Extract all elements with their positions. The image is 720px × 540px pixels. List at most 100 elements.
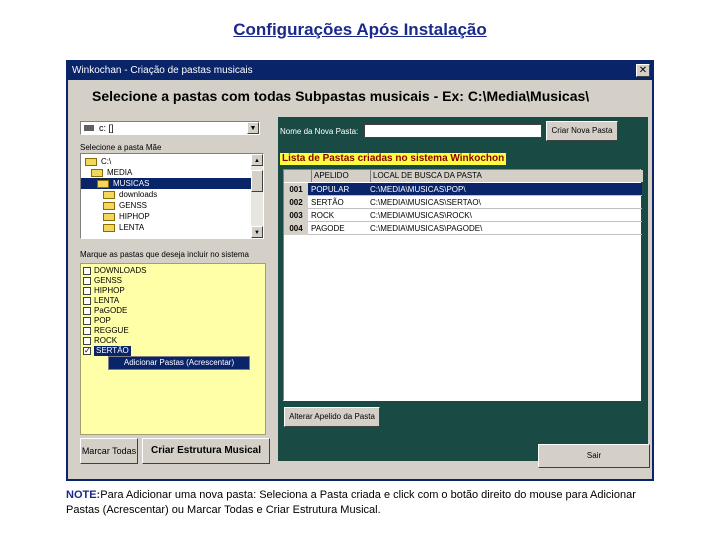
folder-icon bbox=[97, 180, 109, 188]
new-folder-input[interactable] bbox=[364, 124, 542, 138]
instruction-header: Selecione a pastas com todas Subpastas m… bbox=[92, 88, 590, 104]
note-text: Para Adicionar uma nova pasta: Seleciona… bbox=[66, 489, 636, 516]
checkbox[interactable] bbox=[83, 277, 91, 285]
folder-icon bbox=[91, 169, 103, 177]
row-id: 002 bbox=[284, 196, 308, 209]
checklist-item[interactable]: POP bbox=[83, 316, 263, 326]
window-title: Winkochan - Criação de pastas musicais bbox=[72, 65, 253, 76]
tree-item-label: LENTA bbox=[119, 223, 145, 232]
drive-value: c: [] bbox=[99, 123, 114, 133]
folder-checklist[interactable]: DOWNLOADS GENSS HIPHOP LENTA PaGODE POP REGGUE… bbox=[80, 263, 266, 435]
tree-item[interactable]: downloads bbox=[81, 189, 251, 200]
folder-icon bbox=[103, 224, 115, 232]
checklist-item[interactable]: PaGODE bbox=[83, 306, 263, 316]
chevron-down-icon[interactable]: ▼ bbox=[247, 122, 259, 134]
scroll-thumb[interactable] bbox=[251, 170, 263, 192]
checklist-item[interactable]: REGGUE bbox=[83, 326, 263, 336]
checklist-item-label: PaGODE bbox=[94, 306, 128, 315]
tree-item-label: MEDIA bbox=[107, 168, 133, 177]
app-window: Winkochan - Criação de pastas musicais ✕… bbox=[66, 60, 654, 481]
checklist-item[interactable]: GENSS bbox=[83, 276, 263, 286]
folder-icon bbox=[85, 158, 97, 166]
tree-item-label: HIPHOP bbox=[119, 212, 150, 221]
row-local: C:\MEDIA\MUSICAS\ROCK\ bbox=[370, 211, 472, 220]
checklist-item-label: DOWNLOADS bbox=[94, 266, 147, 275]
exit-button[interactable]: Sair bbox=[538, 444, 650, 468]
tree-item[interactable]: MUSICAS bbox=[81, 178, 251, 189]
folder-tree[interactable]: C:\ MEDIA MUSICAS downloads GENSS HIPHOP LENTA… bbox=[80, 153, 264, 239]
row-local: C:\MEDIA\MUSICAS\SERTAO\ bbox=[370, 198, 481, 207]
window-titlebar[interactable]: Winkochan - Criação de pastas musicais ✕ bbox=[68, 62, 652, 80]
tree-item[interactable]: GENSS bbox=[81, 200, 251, 211]
checklist-item-label: POP bbox=[94, 316, 111, 325]
checklist-item[interactable]: HIPHOP bbox=[83, 286, 263, 296]
checkbox[interactable] bbox=[83, 337, 91, 345]
grid-header-apelido[interactable]: APELIDO bbox=[311, 170, 370, 182]
tree-item-label: C:\ bbox=[101, 157, 112, 166]
footnote: NOTE:Para Adicionar uma nova pasta: Sele… bbox=[66, 488, 666, 518]
row-apelido: ROCK bbox=[311, 211, 335, 220]
tree-item[interactable]: LENTA bbox=[81, 222, 251, 233]
tree-item-label: MUSICAS bbox=[113, 179, 150, 188]
scroll-up-icon[interactable]: ▲ bbox=[251, 154, 263, 166]
new-folder-panel: Nome da Nova Pasta: Criar Nova Pasta bbox=[278, 117, 648, 151]
folder-icon bbox=[103, 213, 115, 221]
grid-header-local[interactable]: LOCAL DE BUSCA DA PASTA bbox=[370, 170, 643, 182]
tree-item-label: GENSS bbox=[119, 201, 148, 210]
row-id: 004 bbox=[284, 222, 308, 235]
tree-scrollbar[interactable]: ▲ ▼ bbox=[251, 154, 263, 238]
table-row[interactable]: 004 PAGODE C:\MEDIA\MUSICAS\PAGODE\ bbox=[284, 222, 642, 235]
folder-list-title: Lista de Pastas criadas no sistema Winko… bbox=[280, 153, 507, 165]
new-folder-label: Nome da Nova Pasta: bbox=[280, 127, 359, 136]
row-id: 001 bbox=[284, 183, 308, 196]
checklist-label: Marque as pastas que deseja incluir no s… bbox=[80, 250, 249, 259]
close-button[interactable]: ✕ bbox=[636, 64, 650, 77]
checkbox-checked[interactable]: ✓ bbox=[83, 347, 91, 355]
tree-item[interactable]: C:\ bbox=[81, 156, 251, 167]
row-apelido: POPULAR bbox=[311, 185, 350, 194]
slide-title: Configurações Após Instalação bbox=[233, 20, 487, 39]
tree-item[interactable]: HIPHOP bbox=[81, 211, 251, 222]
folder-icon bbox=[103, 191, 115, 199]
table-row[interactable]: 001 POPULAR C:\MEDIA\MUSICAS\POP\ bbox=[284, 183, 642, 196]
tree-item-label: downloads bbox=[119, 190, 158, 199]
checklist-item-label: SERTÃO bbox=[94, 346, 131, 356]
tree-item[interactable]: MEDIA bbox=[81, 167, 251, 178]
checkbox[interactable] bbox=[83, 317, 91, 325]
table-row[interactable]: 003 ROCK C:\MEDIA\MUSICAS\ROCK\ bbox=[284, 209, 642, 222]
checkbox[interactable] bbox=[83, 267, 91, 275]
checklist-item-label: HIPHOP bbox=[94, 286, 125, 295]
checkbox[interactable] bbox=[83, 307, 91, 315]
row-id: 003 bbox=[284, 209, 308, 222]
checklist-item-label: ROCK bbox=[94, 336, 118, 345]
checkbox[interactable] bbox=[83, 287, 91, 295]
alter-nickname-button[interactable]: Alterar Apelido da Pasta bbox=[284, 407, 380, 427]
mark-all-button[interactable]: Marcar Todas bbox=[80, 438, 138, 464]
checklist-item[interactable]: LENTA bbox=[83, 296, 263, 306]
folder-grid[interactable]: APELIDO LOCAL DE BUSCA DA PASTA 001 POPUL… bbox=[283, 169, 643, 401]
checklist-item[interactable]: ROCK bbox=[83, 336, 263, 346]
drive-select[interactable]: c: [] ▼ bbox=[80, 121, 260, 135]
checklist-item[interactable]: ✓ SERTÃO bbox=[83, 346, 263, 356]
checklist-item[interactable]: DOWNLOADS bbox=[83, 266, 263, 276]
scroll-down-icon[interactable]: ▼ bbox=[251, 226, 263, 238]
context-menu-add-folders[interactable]: Adicionar Pastas (Acrescentar) bbox=[108, 356, 250, 370]
create-folder-button[interactable]: Criar Nova Pasta bbox=[546, 121, 618, 141]
folder-icon bbox=[103, 202, 115, 210]
drive-icon bbox=[84, 125, 94, 131]
checklist-item-label: GENSS bbox=[94, 276, 123, 285]
folder-list-panel: Lista de Pastas criadas no sistema Winko… bbox=[278, 151, 648, 461]
row-apelido: SERTÃO bbox=[311, 198, 344, 207]
folder-select-label: Selecione a pasta Mãe bbox=[80, 143, 162, 152]
note-prefix: NOTE: bbox=[66, 489, 101, 501]
checklist-item-label: REGGUE bbox=[94, 326, 129, 335]
row-local: C:\MEDIA\MUSICAS\POP\ bbox=[370, 185, 466, 194]
window-client: Selecione a pastas com todas Subpastas m… bbox=[68, 80, 652, 479]
row-local: C:\MEDIA\MUSICAS\PAGODE\ bbox=[370, 224, 483, 233]
grid-header: APELIDO LOCAL DE BUSCA DA PASTA bbox=[284, 170, 643, 182]
checkbox[interactable] bbox=[83, 297, 91, 305]
checkbox[interactable] bbox=[83, 327, 91, 335]
checklist-item-label: LENTA bbox=[94, 296, 120, 305]
table-row[interactable]: 002 SERTÃO C:\MEDIA\MUSICAS\SERTAO\ bbox=[284, 196, 642, 209]
create-structure-button[interactable]: Criar Estrutura Musical bbox=[142, 438, 270, 464]
